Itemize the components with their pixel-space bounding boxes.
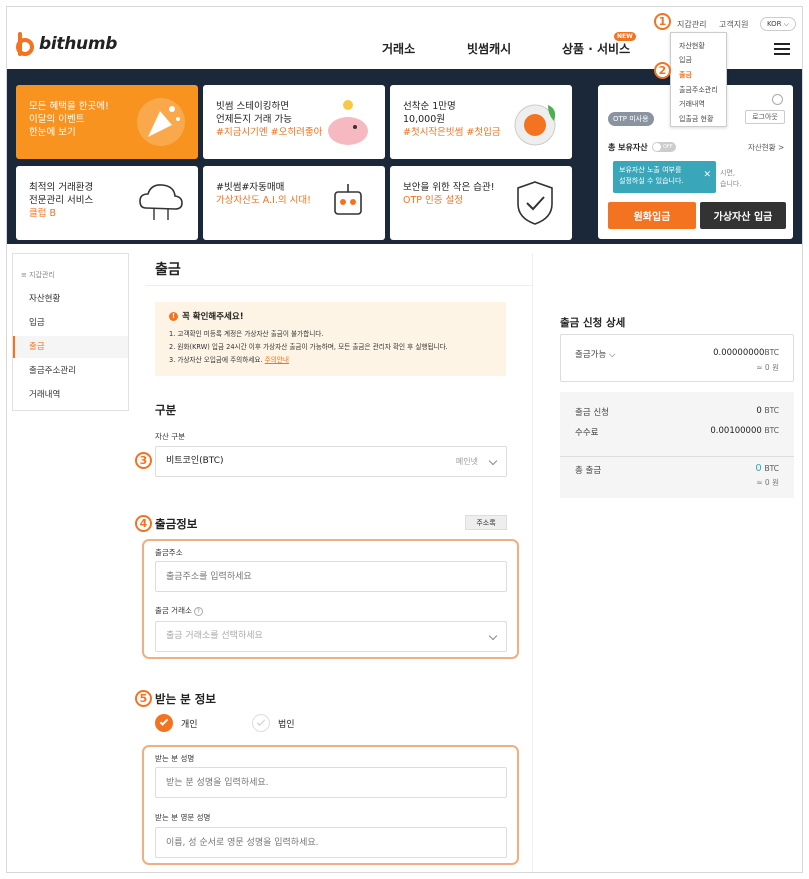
sidebar-item-history[interactable]: 거래내역: [13, 384, 128, 406]
stopwatch-coin-icon: [514, 104, 556, 146]
logo-text: bithumb: [39, 34, 118, 54]
bithumb-logo-icon: [16, 32, 34, 56]
sidebar-item-withdraw[interactable]: 출금: [13, 336, 128, 358]
radio-individual[interactable]: 개인: [155, 714, 198, 732]
promo-card-first-deposit[interactable]: 선착순 1만명 10,000원 #첫시작은빗썸 #첫입금: [390, 85, 572, 159]
dropdown-item-deposit[interactable]: 입금: [679, 55, 692, 65]
sidebar-item-deposit[interactable]: 입금: [13, 312, 128, 334]
withdraw-detail-title: 출금 신청 상세: [560, 317, 626, 329]
chevron-down-icon: [488, 456, 498, 466]
total-label: 총 출금: [575, 466, 602, 476]
withdraw-address-label: 출금주소: [155, 548, 183, 557]
withdraw-exchange-label: 출금 거래소?: [155, 605, 203, 616]
fee-amount: 0.00100000 BTC: [710, 426, 779, 436]
piggy-bank-icon: [328, 100, 368, 145]
sidebar-item-assets[interactable]: 자산현황: [13, 288, 128, 310]
dropdown-item-withdraw[interactable]: 출금: [679, 70, 692, 80]
notice-line: 1. 고객확인 미등록 계정은 가상자산 출금이 불가합니다.: [169, 330, 324, 338]
nav-products-services[interactable]: 상품 · 서비스: [562, 40, 630, 57]
new-badge: NEW: [614, 32, 636, 41]
help-icon[interactable]: ?: [193, 606, 203, 616]
check-icon: [155, 714, 173, 732]
available-krw: ≈ 0 원: [756, 363, 779, 372]
notice-box: ! 꼭 확인해주세요! 1. 고객확인 미등록 계정은 가상자산 출금이 불가합…: [155, 302, 506, 376]
close-icon[interactable]: ✕: [703, 170, 711, 181]
logo[interactable]: bithumb: [15, 32, 117, 56]
visibility-tooltip: 보유자산 노출 여부를 설정하실 수 있습니다. ✕: [613, 161, 716, 193]
krw-deposit-button[interactable]: 원화입금: [608, 202, 696, 229]
caution-guide-link[interactable]: 주의안내: [265, 356, 289, 364]
title-divider: [145, 285, 532, 286]
logout-button[interactable]: 로그아웃: [745, 110, 785, 124]
dropdown-item-assets[interactable]: 자산현황: [679, 41, 705, 51]
hamburger-menu-icon[interactable]: [774, 43, 790, 55]
language-select[interactable]: KOR ⌵: [760, 17, 796, 31]
annotation-5: 5: [135, 690, 152, 707]
nav-exchange[interactable]: 거래소: [382, 40, 415, 57]
asset-status-link[interactable]: 자산현황 >: [748, 142, 784, 153]
wallet-sidebar: ≡ 지갑관리 자산현황 입금 출금 출금주소관리 거래내역: [12, 253, 129, 411]
recipient-name-input[interactable]: [155, 767, 507, 798]
chevron-down-icon: [488, 631, 498, 641]
wallet-dropdown: 자산현황 입금 출금 출금주소관리 거래내역 입출금 현황: [670, 32, 727, 127]
total-krw: ≈ 0 원: [756, 478, 779, 487]
dropdown-item-history[interactable]: 거래내역: [679, 99, 705, 109]
section-recipient-title: 받는 분 정보: [155, 692, 216, 706]
annotation-2: 2: [654, 62, 671, 79]
column-divider: [532, 253, 533, 872]
request-label: 출금 신청: [575, 408, 609, 418]
shield-check-icon: [517, 181, 553, 225]
notice-line: 2. 원화(KRW) 입금 24시간 이후 가상자산 출금이 가능하며, 모든 …: [169, 343, 448, 351]
address-book-button[interactable]: 주소록: [465, 515, 507, 530]
mainnet-label: 메인넷: [455, 457, 478, 466]
notice-line: 3. 가상자산 오입금에 주의하세요. 주의안내: [169, 356, 289, 364]
request-amount: 0 BTC: [756, 406, 779, 416]
total-amount: 0 BTC: [755, 463, 779, 474]
crypto-deposit-button[interactable]: 가상자산 입금: [700, 202, 786, 229]
page-frame: bithumb 거래소 빗썸캐시 상품 · 서비스 NEW 지갑관리 고객지원 …: [6, 6, 803, 873]
promo-card-staking[interactable]: 빗썸 스테이킹하면 언제든지 거래 가능 #지금시기엔 #오히려좋아: [203, 85, 385, 159]
recipient-english-name-label: 받는 분 영문 성명: [155, 813, 211, 822]
radio-corporate[interactable]: 법인: [252, 714, 295, 732]
recipient-name-label: 받는 분 성명: [155, 754, 195, 763]
alert-icon: !: [169, 311, 178, 321]
nav-bithumb-cash[interactable]: 빗썸캐시: [467, 40, 511, 57]
util-support-link[interactable]: 고객지원: [719, 19, 748, 30]
asset-type-select[interactable]: 비트코인(BTC) 메인넷: [155, 446, 507, 477]
available-select[interactable]: 출금가능 ⌵: [575, 348, 615, 360]
section-category-title: 구분: [155, 403, 177, 417]
promo-card-events[interactable]: 모든 혜택을 한곳에! 이달의 이벤트 한눈에 보기: [16, 85, 198, 159]
annotation-4: 4: [135, 515, 152, 532]
recipient-english-name-input[interactable]: [155, 827, 507, 858]
sidebar-item-address-manage[interactable]: 출금주소관리: [13, 360, 128, 382]
withdraw-exchange-select[interactable]: 출금 거래소를 선택하세요: [155, 621, 507, 652]
otp-status-badge: OTP 미사용: [608, 112, 654, 126]
sidebar-heading: ≡ 지갑관리: [21, 271, 55, 279]
annotation-3: 3: [135, 452, 152, 469]
annotation-1: 1: [654, 13, 671, 30]
dropdown-item-status[interactable]: 입출금 현황: [679, 114, 713, 124]
notice-title: 꼭 확인해주세요!: [182, 312, 244, 322]
gear-icon[interactable]: [772, 94, 783, 105]
check-icon: [252, 714, 270, 732]
wallet-hint-text: 시면, 습니다.: [720, 169, 742, 188]
util-wallet-link[interactable]: 지갑관리: [677, 19, 706, 30]
promo-card-auto-trade[interactable]: #빗썸#자동매매 가상자산도 A.I.의 시대!: [203, 166, 385, 240]
withdraw-address-input[interactable]: [155, 561, 507, 592]
fee-label: 수수료: [575, 428, 599, 438]
cloud-network-icon: [139, 184, 183, 220]
dropdown-item-address-manage[interactable]: 출금주소관리: [679, 85, 718, 95]
summary-divider: [560, 456, 794, 457]
total-assets-label: 총 보유자산: [608, 143, 648, 152]
page-title: 출금: [155, 262, 181, 278]
promo-card-club-b[interactable]: 최적의 거래환경 전문관리 서비스 클럽 B: [16, 166, 198, 240]
assets-visibility-toggle[interactable]: OFF: [652, 142, 676, 152]
party-popper-icon: [137, 98, 185, 146]
robot-icon: [334, 184, 362, 215]
asset-type-label: 자산 구분: [155, 432, 185, 441]
promo-card-otp[interactable]: 보안을 위한 작은 습관! OTP 인증 설정: [390, 166, 572, 240]
available-amount: 0.00000000BTC: [713, 348, 779, 358]
section-withdraw-info-title: 출금정보: [155, 517, 198, 531]
